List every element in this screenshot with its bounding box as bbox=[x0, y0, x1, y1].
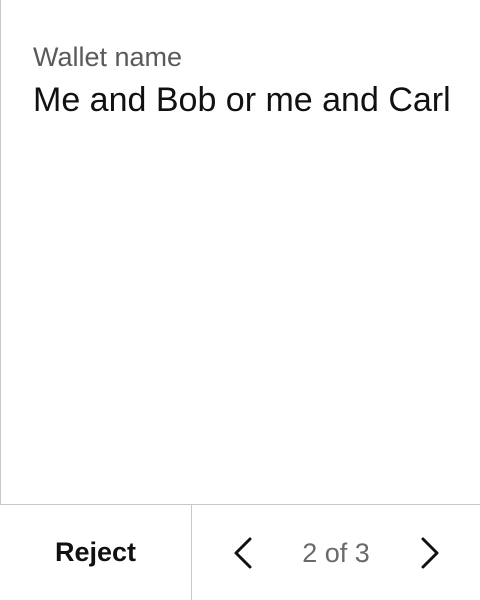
chevron-right-icon bbox=[421, 537, 439, 568]
pager: 2 of 3 bbox=[192, 505, 480, 600]
next-page-button[interactable] bbox=[410, 533, 450, 573]
wallet-name-value: Me and Bob or me and Carl bbox=[33, 81, 451, 119]
wallet-name-section: Wallet name Me and Bob or me and Carl bbox=[33, 38, 456, 121]
review-screen: Wallet name Me and Bob or me and Carl Re… bbox=[0, 0, 480, 600]
wallet-name-label: Wallet name bbox=[33, 42, 183, 72]
reject-button[interactable]: Reject bbox=[0, 505, 192, 600]
left-divider bbox=[0, 0, 1, 505]
footer-bar: Reject 2 of 3 bbox=[0, 504, 480, 600]
